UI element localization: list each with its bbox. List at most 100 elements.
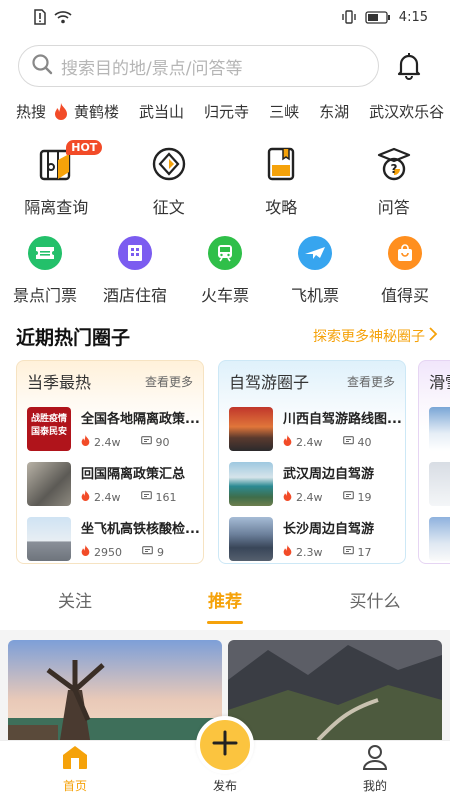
- post-thumbnail: [429, 461, 450, 506]
- qa-question-icon: ?: [374, 144, 414, 184]
- nav-mine[interactable]: 我的: [300, 741, 450, 800]
- app-screen: 4:15 搜索目的地/景点/问答等 热搜 黄鹤楼 武当山 归元寺 三峡 东湖 武…: [0, 0, 450, 800]
- isolation-map-icon: HOT: [36, 140, 103, 184]
- hotel-button[interactable]: 酒店住宿: [90, 236, 180, 308]
- comment-count: 19: [357, 490, 372, 504]
- essay-diamond-icon: [149, 144, 189, 184]
- shopping-bag-icon: [388, 236, 422, 270]
- fire-icon: [54, 102, 68, 120]
- grid-label: 问答: [377, 198, 410, 217]
- nav-label: 首页: [62, 779, 87, 793]
- hot-circles-header: 近期热门圈子 探索更多神秘圈子: [16, 322, 438, 350]
- nav-home[interactable]: 首页: [0, 741, 150, 800]
- ticket-icon: [28, 236, 62, 270]
- circle-cards: 当季最热 查看更多 战胜疫情 国泰民安 全国各地隔离政策... 2.4w 90 …: [16, 360, 450, 566]
- hot-search-bar: 热搜 黄鹤楼 武当山 归元寺 三峡 东湖 武汉欢乐谷: [16, 96, 450, 126]
- scenic-ticket-button[interactable]: 景点门票: [0, 236, 90, 308]
- fire-icon: [283, 545, 292, 559]
- hot-count: 2.4w: [94, 435, 121, 449]
- hot-tag[interactable]: 黄鹤楼: [74, 101, 119, 122]
- guide-button[interactable]: 攻略: [225, 144, 338, 222]
- circle-card-seasonal[interactable]: 当季最热 查看更多 战胜疫情 国泰民安 全国各地隔离政策... 2.4w 90 …: [16, 360, 204, 564]
- grid-label: 火车票: [200, 286, 249, 305]
- hot-tag[interactable]: 三峡: [269, 101, 299, 122]
- circle-post[interactable]: 长沙周边自驾游 2.3w 17: [219, 511, 405, 563]
- hot-count: 2.4w: [94, 490, 121, 504]
- circle-post[interactable]: [419, 456, 450, 511]
- isolation-query-button[interactable]: HOT 隔离查询: [0, 140, 113, 222]
- comment-icon: [342, 545, 354, 559]
- post-title: 全国各地隔离政策...: [81, 412, 200, 427]
- comment-count: 90: [155, 435, 170, 449]
- hot-count: 2.4w: [296, 435, 323, 449]
- circle-post[interactable]: [419, 401, 450, 456]
- flight-ticket-button[interactable]: 飞机票: [270, 236, 360, 308]
- fire-icon: [81, 545, 90, 559]
- circle-post[interactable]: 川西自驾游路线图... 2.4w 40: [219, 401, 405, 456]
- post-thumbnail: [229, 406, 273, 451]
- search-input[interactable]: 搜索目的地/景点/问答等: [18, 45, 379, 87]
- card-title: 滑雪: [429, 373, 450, 392]
- service-entry-row: 景点门票 酒店住宿 火车票 飞机票 值得买: [0, 236, 450, 308]
- hot-tag[interactable]: 归元寺: [204, 101, 249, 122]
- view-more-link[interactable]: 查看更多: [347, 373, 395, 390]
- hot-tag[interactable]: 武当山: [139, 101, 184, 122]
- fire-icon: [283, 435, 292, 449]
- notification-bell-icon[interactable]: [395, 51, 423, 81]
- post-title: 武汉周边自驾游: [283, 467, 375, 482]
- home-icon: [61, 744, 89, 773]
- hot-tag[interactable]: 东湖: [319, 101, 349, 122]
- circle-card-self-drive[interactable]: 自驾游圈子 查看更多 川西自驾游路线图... 2.4w 40 武汉周边自驾游 2…: [218, 360, 406, 564]
- circle-post[interactable]: 武汉周边自驾游 2.4w 19: [219, 456, 405, 511]
- fire-icon: [81, 435, 90, 449]
- grid-label: 景点门票: [12, 286, 77, 305]
- comment-count: 40: [357, 435, 372, 449]
- search-placeholder: 搜索目的地/景点/问答等: [61, 58, 243, 79]
- tab-follow[interactable]: 关注: [0, 584, 150, 628]
- train-ticket-button[interactable]: 火车票: [180, 236, 270, 308]
- fire-icon: [283, 490, 292, 504]
- tab-recommend[interactable]: 推荐: [150, 584, 300, 628]
- hot-badge: HOT: [66, 140, 103, 155]
- feed-card-image[interactable]: [8, 640, 222, 740]
- status-bar: 4:15: [0, 0, 450, 34]
- worth-buying-button[interactable]: 值得买: [360, 236, 450, 308]
- hot-count: 2.4w: [296, 490, 323, 504]
- post-thumbnail: 战胜疫情 国泰民安: [27, 406, 71, 451]
- fire-icon: [81, 490, 90, 504]
- view-more-link[interactable]: 查看更多: [145, 373, 193, 390]
- post-thumbnail: [429, 406, 450, 451]
- comment-icon: [342, 490, 354, 504]
- publish-plus-button[interactable]: [196, 716, 254, 774]
- circle-post[interactable]: 战胜疫情 国泰民安 全国各地隔离政策... 2.4w 90: [17, 401, 203, 456]
- comment-icon: [140, 435, 152, 449]
- hot-tag[interactable]: 武汉欢乐谷: [369, 101, 444, 122]
- search-row: 搜索目的地/景点/问答等: [18, 44, 436, 88]
- grid-label: 酒店住宿: [102, 286, 167, 305]
- qa-button[interactable]: ? 问答: [338, 144, 450, 222]
- explore-more-link[interactable]: 探索更多神秘圈子: [313, 326, 438, 346]
- plus-icon: [211, 729, 239, 761]
- post-thumbnail: [229, 461, 273, 506]
- essay-button[interactable]: 征文: [113, 144, 226, 222]
- battery-icon: [365, 10, 391, 24]
- thumb-text: 国泰民安: [30, 426, 67, 437]
- feed-card-image[interactable]: [228, 640, 442, 740]
- hot-count: 2950: [94, 545, 122, 559]
- thumb-text: 战胜疫情: [30, 413, 67, 424]
- circle-post[interactable]: 回国隔离政策汇总 2.4w 161: [17, 456, 203, 511]
- post-title: 川西自驾游路线图...: [283, 412, 402, 427]
- circle-post[interactable]: 坐飞机高铁核酸检... 2950 9: [17, 511, 203, 563]
- tab-what-to-buy[interactable]: 买什么: [300, 584, 450, 628]
- chevron-right-icon: [429, 327, 438, 345]
- feed-tabs: 关注 推荐 买什么: [0, 584, 450, 628]
- nav-label: 我的: [362, 779, 387, 793]
- comment-icon: [142, 545, 153, 559]
- comment-count: 17: [357, 545, 372, 559]
- circle-card-skiing[interactable]: 滑雪: [418, 360, 450, 564]
- comment-count: 9: [157, 545, 164, 559]
- explore-more-label: 探索更多神秘圈子: [313, 329, 425, 345]
- guide-book-icon: [261, 144, 301, 184]
- circle-post[interactable]: [419, 511, 450, 563]
- nav-label: 发布: [212, 779, 237, 793]
